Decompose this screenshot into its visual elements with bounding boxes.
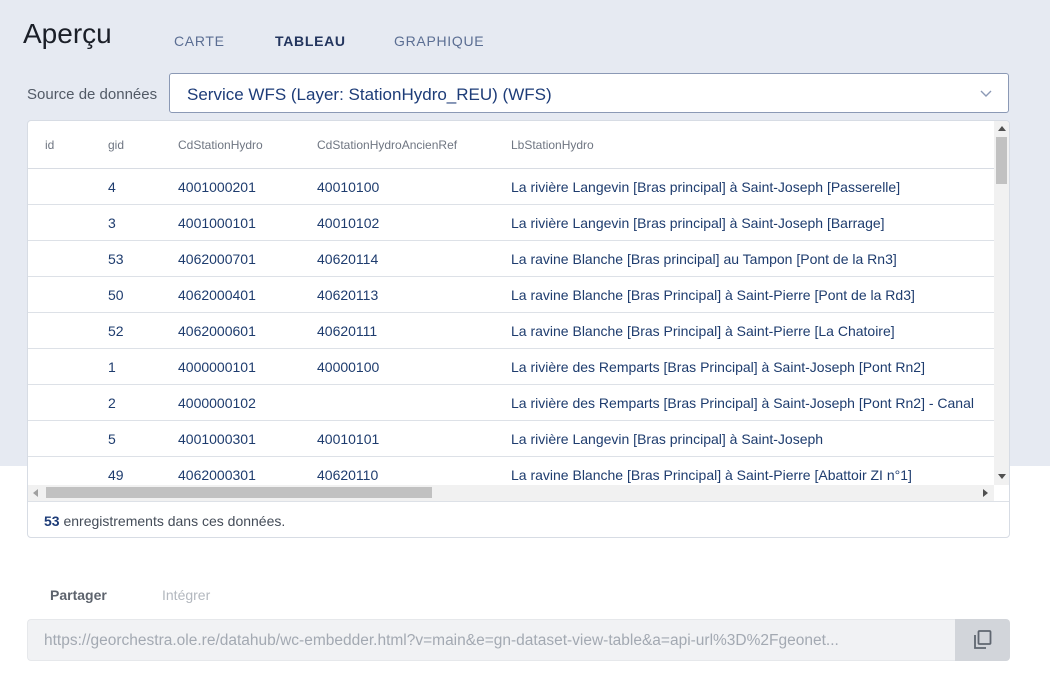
cell-cdstationhydroancienref: 40000100: [317, 359, 380, 375]
cell-gid: 49: [108, 467, 124, 483]
table-footer: 53 enregistrements dans ces données.: [28, 501, 1009, 537]
table-row[interactable]: 49 4062000301 40620110 La ravine Blanche…: [28, 457, 994, 485]
cell-cdstationhydro: 4062000301: [178, 467, 256, 483]
cell-cdstationhydro: 4001000301: [178, 431, 256, 447]
cell-lbstationhydro: La ravine Blanche [Bras Principal] à Sai…: [511, 467, 912, 483]
table-row[interactable]: 53 4062000701 40620114 La ravine Blanche…: [28, 241, 994, 277]
cell-lbstationhydro: La rivière des Remparts [Bras Principal]…: [511, 359, 925, 375]
tab-integrer[interactable]: Intégrer: [162, 587, 210, 603]
cell-gid: 52: [108, 323, 124, 339]
table-row[interactable]: 2 4000000102 La rivière des Remparts [Br…: [28, 385, 994, 421]
data-table: id gid CdStationHydro CdStationHydroAnci…: [28, 121, 994, 485]
column-header-gid[interactable]: gid: [108, 138, 124, 152]
cell-gid: 3: [108, 215, 116, 231]
vertical-scrollbar[interactable]: [994, 121, 1009, 485]
tab-partager[interactable]: Partager: [50, 587, 107, 603]
cell-gid: 5: [108, 431, 116, 447]
cell-cdstationhydro: 4000000101: [178, 359, 256, 375]
copy-icon: [974, 630, 992, 649]
cell-lbstationhydro: La rivière Langevin [Bras principal] à S…: [511, 431, 824, 447]
table-row[interactable]: 4 4001000201 40010100 La rivière Langevi…: [28, 169, 994, 205]
table-row[interactable]: 3 4001000101 40010102 La rivière Langevi…: [28, 205, 994, 241]
scroll-down-arrow-icon[interactable]: [998, 474, 1006, 479]
table-row[interactable]: 1 4000000101 40000100 La rivière des Rem…: [28, 349, 994, 385]
page-title: Aperçu: [23, 18, 112, 49]
cell-cdstationhydro: 4000000102: [178, 395, 256, 411]
source-select-value: Service WFS (Layer: StationHydro_REU) (W…: [187, 85, 552, 104]
record-count-text: 53 enregistrements dans ces données.: [44, 513, 285, 529]
table-row[interactable]: 50 4062000401 40620113 La ravine Blanche…: [28, 277, 994, 313]
cell-lbstationhydro: La ravine Blanche [Bras Principal] à Sai…: [511, 323, 895, 339]
column-header-cdstationhydro[interactable]: CdStationHydro: [178, 138, 263, 152]
table-row[interactable]: 5 4001000301 40010101 La rivière Langevi…: [28, 421, 994, 457]
tab-graphique[interactable]: GRAPHIQUE: [394, 33, 484, 49]
cell-cdstationhydroancienref: 40620113: [317, 287, 379, 303]
cell-cdstationhydro: 4001000201: [178, 179, 256, 195]
source-select[interactable]: Service WFS (Layer: StationHydro_REU) (W…: [169, 73, 1009, 113]
cell-cdstationhydro: 4062000601: [178, 323, 256, 339]
tab-carte[interactable]: CARTE: [174, 33, 225, 49]
cell-lbstationhydro: La ravine Blanche [Bras principal] au Ta…: [511, 251, 897, 267]
cell-cdstationhydroancienref: 40010100: [317, 179, 380, 195]
cell-lbstationhydro: La rivière Langevin [Bras principal] à S…: [511, 215, 885, 231]
cell-cdstationhydro: 4062000401: [178, 287, 256, 303]
column-header-cdstationhydroancienref[interactable]: CdStationHydroAncienRef: [317, 138, 457, 152]
column-header-lbstationhydro[interactable]: LbStationHydro: [511, 138, 594, 152]
scroll-right-arrow-icon[interactable]: [983, 489, 988, 497]
cell-lbstationhydro: La ravine Blanche [Bras Principal] à Sai…: [511, 287, 915, 303]
cell-cdstationhydroancienref: 40010102: [317, 215, 380, 231]
horizontal-scrollbar[interactable]: [28, 485, 994, 501]
share-url-field[interactable]: https://georchestra.ole.re/datahub/wc-em…: [27, 619, 956, 661]
cell-cdstationhydro: 4062000701: [178, 251, 256, 267]
chevron-down-icon: [980, 90, 992, 97]
data-table-card: id gid CdStationHydro CdStationHydroAnci…: [27, 120, 1010, 538]
horizontal-scroll-thumb[interactable]: [46, 487, 432, 498]
cell-cdstationhydroancienref: 40620114: [317, 251, 379, 267]
cell-gid: 1: [108, 359, 116, 375]
vertical-scroll-thumb[interactable]: [996, 137, 1007, 184]
copy-button[interactable]: [955, 619, 1010, 661]
cell-cdstationhydro: 4001000101: [178, 215, 256, 231]
cell-cdstationhydroancienref: 40620111: [317, 323, 378, 339]
scroll-up-arrow-icon[interactable]: [998, 126, 1006, 131]
cell-gid: 4: [108, 179, 116, 195]
record-count-label: enregistrements dans ces données.: [59, 513, 286, 529]
cell-cdstationhydroancienref: 40620110: [317, 467, 379, 483]
cell-gid: 2: [108, 395, 116, 411]
cell-gid: 53: [108, 251, 124, 267]
cell-lbstationhydro: La rivière des Remparts [Bras Principal]…: [511, 395, 974, 411]
cell-cdstationhydroancienref: 40010101: [317, 431, 380, 447]
cell-lbstationhydro: La rivière Langevin [Bras principal] à S…: [511, 179, 901, 195]
column-header-id[interactable]: id: [45, 138, 54, 152]
share-url: https://georchestra.ole.re/datahub/wc-em…: [44, 632, 839, 649]
source-label: Source de données: [27, 86, 158, 103]
record-count: 53: [44, 513, 60, 529]
tab-tableau[interactable]: TABLEAU: [275, 33, 346, 49]
scroll-left-arrow-icon[interactable]: [33, 489, 38, 497]
cell-gid: 50: [108, 287, 124, 303]
table-row[interactable]: 52 4062000601 40620111 La ravine Blanche…: [28, 313, 994, 349]
